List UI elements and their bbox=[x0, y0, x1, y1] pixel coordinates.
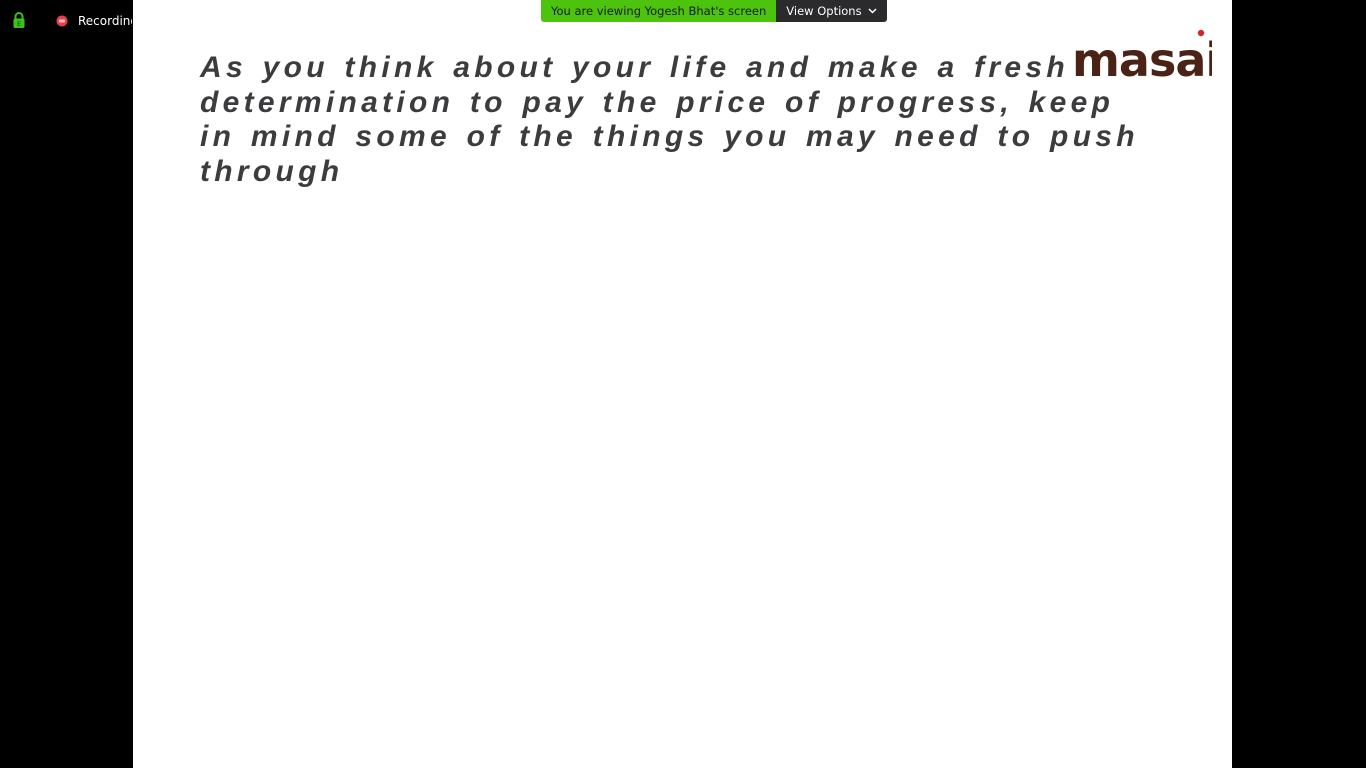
encryption-indicator[interactable]: E bbox=[12, 10, 26, 30]
recording-dot-icon bbox=[56, 15, 68, 27]
chevron-down-icon bbox=[868, 8, 877, 14]
recording-indicator[interactable]: Recording bbox=[56, 12, 132, 30]
lock-icon: E bbox=[13, 12, 25, 28]
view-options-button[interactable]: View Options bbox=[776, 0, 887, 22]
slide-quote: As you think about your life and make a … bbox=[200, 51, 1139, 189]
zoom-meeting-window: E Recording As you think about your life… bbox=[0, 0, 1366, 768]
recording-label: Recording bbox=[78, 14, 132, 28]
masai-logo: masai bbox=[1072, 29, 1212, 81]
svg-text:E: E bbox=[17, 21, 21, 28]
view-options-label: View Options bbox=[786, 4, 862, 18]
screen-share-banner: You are viewing Yogesh Bhat's screen Vie… bbox=[541, 0, 887, 22]
shared-screen: As you think about your life and make a … bbox=[133, 0, 1232, 768]
viewing-screen-label: You are viewing Yogesh Bhat's screen bbox=[541, 0, 777, 22]
svg-text:masai: masai bbox=[1072, 33, 1212, 81]
